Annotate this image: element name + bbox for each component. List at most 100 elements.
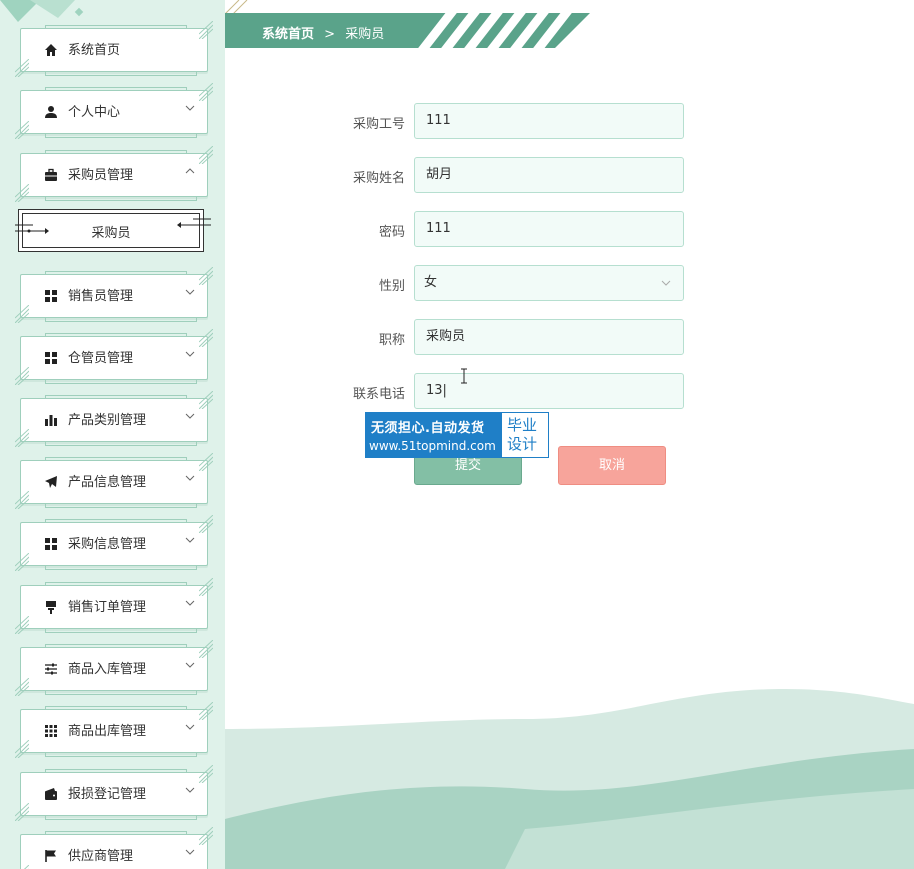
sidebar-item-label: 产品类别管理	[68, 413, 147, 428]
hatch-decoration	[198, 20, 214, 40]
text-cursor-icon	[461, 368, 467, 384]
breadcrumb-separator: >	[324, 27, 336, 42]
hatch-decoration	[198, 390, 214, 410]
sidebar-item-6[interactable]: 产品类别管理	[14, 390, 214, 448]
main-content: 系统首页 > 采购员 采购工号 111 采购姓名 胡月 密码 111 性别 女 …	[225, 0, 914, 869]
sidebar-item-label: 商品出库管理	[68, 724, 147, 739]
hatch-decoration	[14, 58, 30, 78]
watermark-text: 无须担心.自动发货 www.51topmind.com	[366, 413, 501, 457]
chevron-down-icon	[185, 721, 195, 735]
gender-select-value: 女	[424, 275, 438, 290]
chevron-down-icon	[661, 266, 671, 314]
buyer-name-input[interactable]: 胡月	[414, 157, 684, 193]
hatch-decoration	[14, 366, 30, 386]
cancel-button[interactable]: 取消	[558, 446, 666, 485]
password-label: 密码	[378, 225, 405, 240]
form-row-buyer-name: 采购姓名 胡月	[325, 157, 685, 193]
chevron-down-icon	[185, 102, 195, 116]
brush-icon	[43, 599, 59, 615]
hatch-decoration	[14, 183, 30, 203]
sidebar-item-2[interactable]: 个人中心	[14, 82, 214, 140]
sidebar-item-label: 商品入库管理	[68, 662, 147, 677]
sidebar-subitem-label: 采购员	[91, 226, 131, 241]
watermark-badge: 毕业 设计	[502, 413, 548, 457]
sidebar-item-label: 销售员管理	[68, 289, 134, 304]
sidebar-item-label: 报损登记管理	[68, 787, 147, 802]
chevron-down-icon	[185, 348, 195, 362]
sidebar-item-12[interactable]: 报损登记管理	[14, 764, 214, 822]
grid-icon	[43, 536, 59, 552]
wave-background	[225, 689, 914, 869]
sliders-icon	[43, 661, 59, 677]
flag-icon	[43, 848, 59, 864]
hatch-decoration	[14, 615, 30, 635]
sidebar-item-1[interactable]: 系统首页	[14, 20, 214, 78]
breadcrumb-home[interactable]: 系统首页	[262, 27, 314, 42]
gender-select[interactable]: 女	[414, 265, 684, 301]
hatch-decoration	[14, 552, 30, 572]
hatch-decoration	[14, 428, 30, 448]
hatch-decoration	[14, 120, 30, 140]
hatch-decoration	[198, 82, 214, 102]
sidebar-item-label: 采购信息管理	[68, 537, 147, 552]
hatch-decoration	[198, 266, 214, 286]
apps-icon	[43, 723, 59, 739]
bar-chart-icon	[43, 412, 59, 428]
sidebar-item-label: 供应商管理	[68, 849, 134, 864]
hatch-decoration	[198, 452, 214, 472]
phone-input[interactable]: 13|	[414, 373, 684, 409]
title-label: 职称	[378, 333, 405, 348]
title-input[interactable]: 采购员	[414, 319, 684, 355]
sidebar-item-13[interactable]: 供应商管理	[20, 826, 214, 869]
gender-label: 性别	[378, 279, 405, 294]
breadcrumb: 系统首页 > 采购员	[262, 23, 384, 42]
hatch-decoration	[15, 864, 30, 869]
hatch-decoration	[14, 304, 30, 324]
hatch-decoration	[198, 514, 214, 534]
grid-icon	[43, 350, 59, 366]
sidebar-item-7[interactable]: 产品信息管理	[14, 452, 214, 510]
hatch-decoration	[14, 739, 30, 759]
wallet-icon	[43, 786, 59, 802]
hatch-decoration	[198, 328, 214, 348]
sidebar-item-label: 销售订单管理	[68, 600, 147, 615]
sidebar-item-label: 产品信息管理	[68, 475, 147, 490]
hatch-decoration	[14, 802, 30, 822]
hatch-decoration	[198, 826, 214, 846]
hatch-decoration	[14, 677, 30, 697]
chevron-up-icon	[185, 165, 195, 179]
sidebar-item-3[interactable]: 采购员管理	[14, 145, 214, 203]
hatch-decoration	[198, 577, 214, 597]
sidebar-item-9[interactable]: 销售订单管理	[14, 577, 214, 635]
sidebar-item-10[interactable]: 商品入库管理	[14, 639, 214, 697]
sidebar-item-label: 系统首页	[68, 43, 121, 58]
sidebar-item-label: 个人中心	[68, 105, 121, 120]
chevron-down-icon	[185, 410, 195, 424]
chevron-down-icon	[185, 472, 195, 486]
sidebar-item-4[interactable]: 销售员管理	[14, 266, 214, 324]
hatch-decoration	[198, 701, 214, 721]
hatch-decoration	[198, 145, 214, 165]
chevron-down-icon	[185, 534, 195, 548]
grid-icon	[43, 288, 59, 304]
watermark-badge-line1: 毕业	[507, 416, 538, 434]
form-row-phone: 联系电话 13|	[325, 373, 685, 409]
breadcrumb-current: 采购员	[345, 27, 385, 42]
buyer-id-input[interactable]: 111	[414, 103, 684, 139]
buyer-id-label: 采购工号	[352, 117, 405, 132]
sidebar-item-8[interactable]: 采购信息管理	[14, 514, 214, 572]
sidebar-item-5[interactable]: 仓管员管理	[14, 328, 214, 386]
watermark-url: www.51topmind.com	[369, 439, 496, 453]
sidebar-item-11[interactable]: 商品出库管理	[14, 701, 214, 759]
chevron-down-icon	[185, 597, 195, 611]
buyer-name-label: 采购姓名	[352, 171, 405, 186]
sidebar-subitem-buyer[interactable]: 采购员	[15, 209, 211, 252]
briefcase-icon	[43, 167, 59, 183]
form-row-password: 密码 111	[325, 211, 685, 247]
hatch-decoration	[198, 764, 214, 784]
sidebar-item-label: 仓管员管理	[68, 351, 134, 366]
watermark-line1: 无须担心.自动发货	[371, 421, 485, 436]
password-input[interactable]: 111	[414, 211, 684, 247]
form-row-title: 职称 采购员	[325, 319, 685, 355]
phone-label: 联系电话	[352, 387, 405, 402]
